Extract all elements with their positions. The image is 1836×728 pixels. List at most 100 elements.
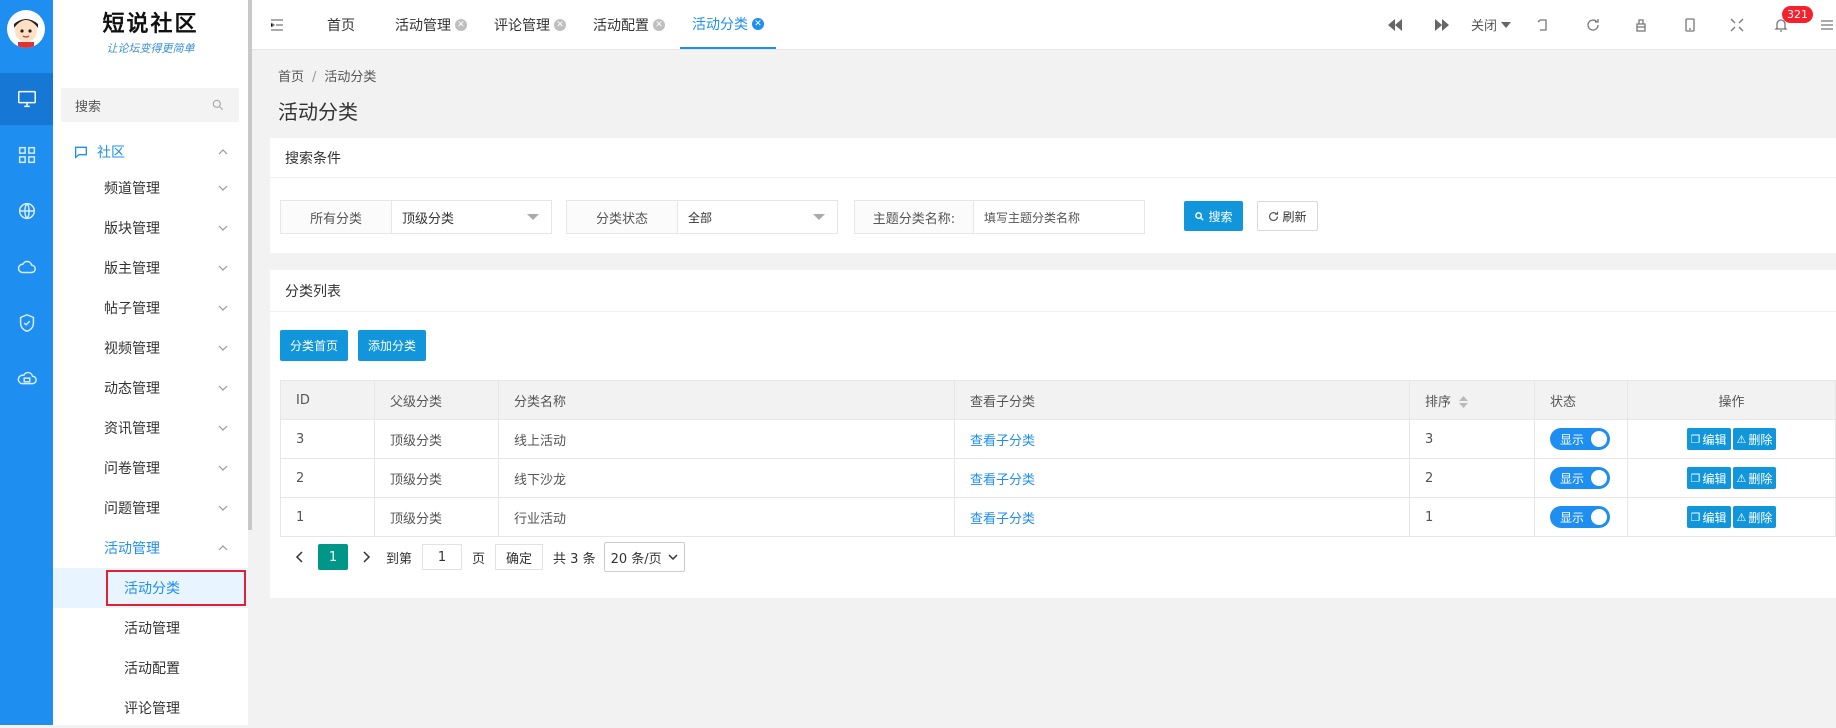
icon-rail [0, 0, 53, 725]
goto-page-input[interactable]: 1 [422, 544, 463, 570]
category-table: ID 父级分类 分类名称 查看子分类 排序 状态 操作 3 顶级分类 线上活动 … [280, 380, 1836, 537]
sub-item-activity-manage[interactable]: 活动管理 [53, 608, 248, 648]
goto-confirm-button[interactable]: 确定 [495, 544, 544, 570]
menu-item-video[interactable]: 视频管理 [53, 328, 248, 368]
logo-subtitle: 让论坛变得更简单 [106, 42, 195, 55]
view-children-link[interactable]: 查看子分类 [970, 473, 1035, 488]
current-page[interactable]: 1 [318, 544, 348, 570]
search-icon [1195, 211, 1205, 221]
col-sort[interactable]: 排序 [1409, 380, 1535, 420]
menu-scrollbar[interactable] [248, 0, 252, 530]
status-toggle[interactable]: 显示 [1550, 428, 1610, 450]
name-field-input[interactable]: 填写主题分类名称 [974, 201, 1144, 233]
sub-item-comment-manage[interactable]: 评论管理 [53, 688, 248, 728]
menu-item-survey[interactable]: 问卷管理 [53, 448, 248, 488]
close-icon[interactable]: ✕ [752, 17, 764, 30]
menu-item-posts[interactable]: 帖子管理 [53, 288, 248, 328]
cloud-icon[interactable] [0, 241, 53, 293]
chat-icon [75, 146, 87, 159]
refresh-button-label: 刷新 [1282, 209, 1307, 224]
name-field[interactable]: 主题分类名称: 填写主题分类名称 [854, 200, 1145, 234]
menu-item-label: 视频管理 [104, 341, 160, 357]
warning-icon: ⚠ [1736, 432, 1747, 446]
sub-item-label: 评论管理 [124, 701, 180, 717]
category-select-value[interactable]: 顶级分类 [392, 201, 551, 233]
page-unit-label: 页 [472, 551, 486, 567]
refresh-icon[interactable] [1584, 16, 1602, 34]
status-toggle[interactable]: 显示 [1550, 506, 1610, 528]
menu-item-activity[interactable]: 活动管理 [53, 528, 248, 568]
add-category-button[interactable]: 添加分类 [358, 330, 426, 361]
page-size-select[interactable]: 20 条/页 [603, 542, 685, 572]
goto-label: 到第 [386, 551, 413, 567]
status-select-value[interactable]: 全部 [678, 201, 837, 233]
grid-icon[interactable] [0, 129, 53, 181]
back-icon[interactable] [1535, 16, 1553, 34]
delete-button[interactable]: ⚠ 删除 [1732, 467, 1777, 489]
tab-comment-manage[interactable]: 评论管理 ✕ [494, 0, 566, 49]
status-select[interactable]: 分类状态 全部 [566, 200, 838, 234]
menu-root-community[interactable]: 社区 [53, 138, 248, 166]
breadcrumb-home[interactable]: 首页 [278, 70, 304, 85]
tab-home[interactable]: 首页 [327, 0, 355, 49]
logo[interactable]: 短说社区 让论坛变得更简单 [53, 6, 248, 56]
tab-scroll-left-icon[interactable] [1386, 16, 1404, 34]
cell-name: 线下沙龙 [498, 458, 955, 498]
close-icon[interactable]: ✕ [554, 18, 566, 31]
menu-item-channel[interactable]: 频道管理 [53, 168, 248, 208]
menu-item-news[interactable]: 资讯管理 [53, 408, 248, 448]
cloud-server-icon[interactable] [0, 353, 53, 405]
delete-button[interactable]: ⚠ 删除 [1732, 428, 1777, 450]
search-card-title: 搜索条件 [270, 138, 1836, 178]
category-select[interactable]: 所有分类 顶级分类 [280, 200, 552, 234]
category-home-button[interactable]: 分类首页 [280, 330, 348, 361]
shield-check-icon[interactable] [0, 297, 53, 349]
edit-button[interactable]: ❐ 编辑 [1686, 506, 1731, 528]
delete-button[interactable]: ⚠ 删除 [1732, 506, 1777, 528]
menu-item-moderator[interactable]: 版主管理 [53, 248, 248, 288]
sort-icon[interactable] [1459, 396, 1469, 408]
refresh-button[interactable]: 刷新 [1257, 201, 1318, 231]
cell-parent: 顶级分类 [374, 419, 499, 459]
status-select-label: 分类状态 [567, 201, 678, 233]
clear-cache-icon[interactable] [1632, 16, 1650, 34]
close-icon[interactable]: ✕ [455, 18, 467, 31]
chevron-down-icon [218, 345, 228, 351]
prev-page-icon[interactable] [292, 549, 308, 565]
mobile-icon[interactable] [1681, 16, 1699, 34]
copy-icon: ❐ [1690, 510, 1701, 524]
close-tabs-dropdown[interactable]: 关闭 [1471, 15, 1512, 34]
view-children-link[interactable]: 查看子分类 [970, 434, 1035, 449]
sub-item-activity-config[interactable]: 活动配置 [53, 648, 248, 688]
tab-scroll-right-icon[interactable] [1433, 16, 1451, 34]
monitor-icon[interactable] [0, 73, 53, 125]
search-button[interactable]: 搜索 [1184, 201, 1243, 231]
menu-fold-icon[interactable] [268, 16, 286, 34]
tab-activity-category[interactable]: 活动分类 ✕ [680, 0, 776, 49]
more-menu-icon[interactable] [1818, 16, 1836, 34]
globe-icon[interactable] [0, 185, 53, 237]
edit-button[interactable]: ❐ 编辑 [1686, 467, 1731, 489]
close-icon[interactable]: ✕ [653, 18, 665, 31]
chevron-down-icon [668, 554, 678, 561]
tab-activity-manage[interactable]: 活动管理 ✕ [395, 0, 467, 49]
fullscreen-icon[interactable] [1728, 16, 1746, 34]
menu-search-input[interactable]: 搜索 [61, 88, 239, 122]
edit-button[interactable]: ❐ 编辑 [1686, 428, 1731, 450]
cell-sort: 2 [1409, 458, 1535, 498]
menu-item-question[interactable]: 问题管理 [53, 488, 248, 528]
col-children: 查看子分类 [954, 380, 1410, 420]
menu-item-board[interactable]: 版块管理 [53, 208, 248, 248]
chevron-up-icon [218, 545, 228, 551]
menu-item-feed[interactable]: 动态管理 [53, 368, 248, 408]
tab-label: 活动管理 [395, 17, 451, 34]
col-status: 状态 [1534, 380, 1628, 420]
top-bar: 首页 活动管理 ✕ 评论管理 ✕ 活动配置 ✕ 活动分类 ✕ 关闭 321 [252, 0, 1836, 50]
status-toggle[interactable]: 显示 [1550, 467, 1610, 489]
avatar[interactable] [7, 10, 45, 48]
view-children-link[interactable]: 查看子分类 [970, 512, 1035, 527]
chevron-down-icon [218, 505, 228, 511]
tab-activity-config[interactable]: 活动配置 ✕ [593, 0, 665, 49]
next-page-icon[interactable] [358, 549, 374, 565]
name-field-label: 主题分类名称: [855, 201, 974, 233]
